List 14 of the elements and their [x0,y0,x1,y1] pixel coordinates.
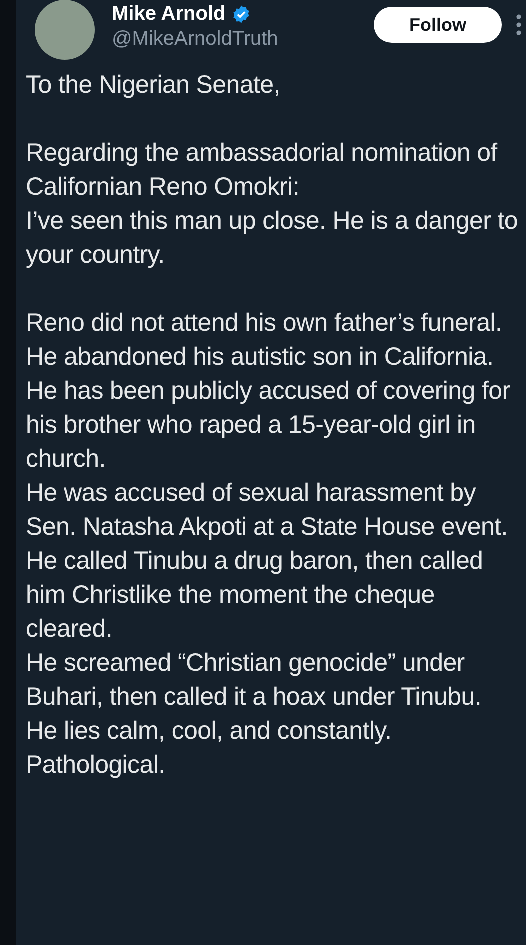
tweet-text: To the Nigerian Senate, [26,70,282,101]
tweet-text: He was accused of sexual harassment by Sen. Natasha Akpoti at a State House event. [26,478,509,543]
tweet-text: I’ve seen this man up close. He is a danger to your country. [26,206,520,271]
tweet-text: Pathological. [26,750,166,781]
tweet-text: He lies calm, cool, and constantly. [26,716,393,747]
tweet-text: He has been publicly accused of covering for his brother who raped a 15-year-old girl in church. [26,376,512,475]
tweet-text: He called Tinubu a drug baron, then called him Christlike the moment the cheque cleared. [26,546,484,645]
author-handle[interactable]: @MikeArnoldTruth [112,26,278,52]
follow-button[interactable]: Follow [374,7,502,43]
tweet-text: Reno did not attend his own father’s funeral. [26,308,504,339]
tweet-text: He abandoned his autistic son in California. [26,342,495,373]
author-name[interactable]: Mike Arnold [112,2,226,26]
tweet-text: He screamed “Christian genocide” under Buhari, then called it a hoax under Tinubu. [26,648,482,713]
tweet-text: Regarding the ambassadorial nomination of Californian Reno Omokri: [26,138,499,203]
